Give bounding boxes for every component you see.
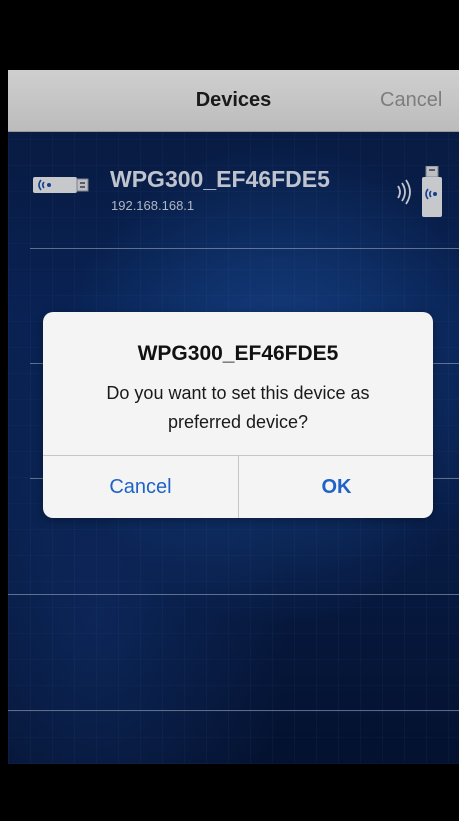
- alert-title: WPG300_EF46FDE5: [137, 342, 339, 365]
- alert-ok-button[interactable]: OK: [239, 456, 433, 518]
- nav-cancel-button[interactable]: Cancel: [380, 89, 442, 112]
- status-bar-area: [0, 0, 459, 70]
- alert-cancel-button[interactable]: Cancel: [43, 456, 238, 518]
- alert-message: Do you want to set this device as prefer…: [106, 383, 370, 432]
- bottom-bar-area: [0, 764, 459, 821]
- preferred-device-alert: WPG300_EF46FDE5 Do you want to set this …: [43, 312, 433, 518]
- navigation-bar: Devices Cancel: [8, 70, 459, 132]
